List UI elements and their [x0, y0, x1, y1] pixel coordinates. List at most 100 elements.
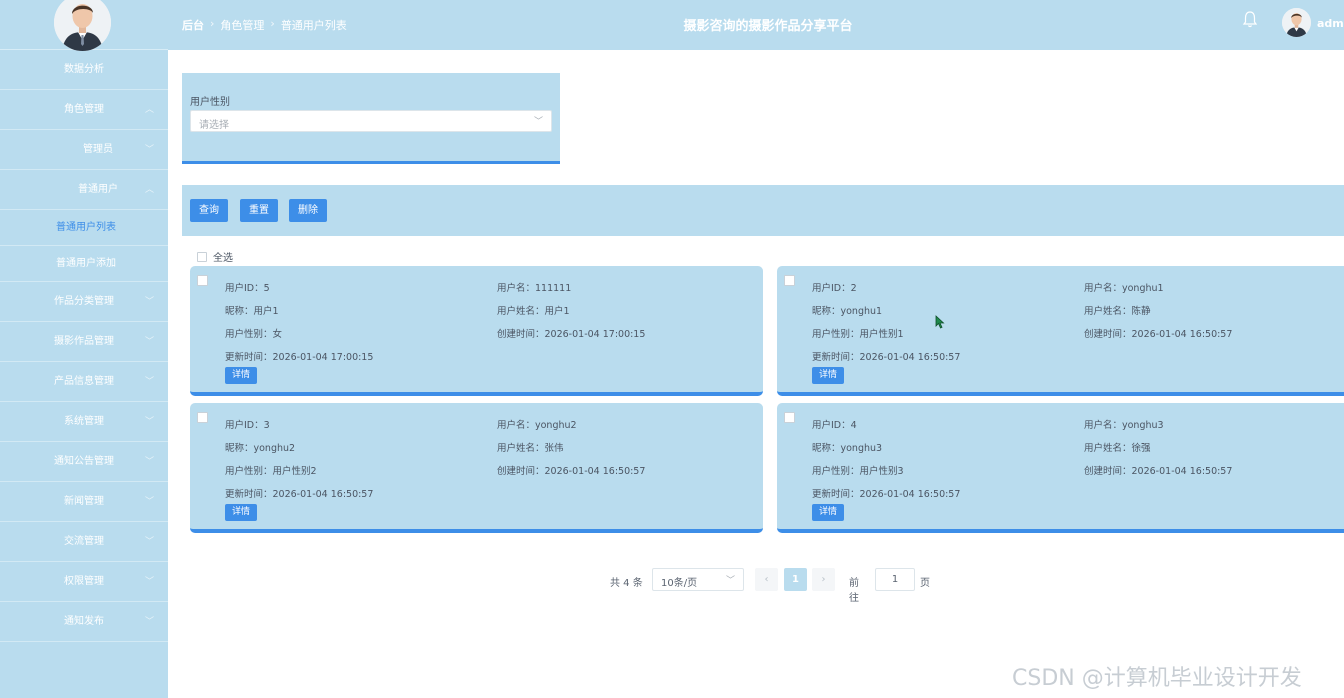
username: 用户名：111111: [497, 283, 572, 294]
mouse-cursor-icon: [935, 315, 945, 332]
card-checkbox[interactable]: [197, 275, 208, 286]
sidebar-item-label: 角色管理: [64, 104, 104, 115]
sidebar-item-system-management[interactable]: 系统管理 ﹀: [0, 402, 168, 442]
sidebar-item-label: 通知公告管理: [54, 456, 114, 467]
updated-time: 更新时间：2026-01-04 16:50:57: [225, 489, 374, 500]
gender-select-placeholder: 请选择: [199, 120, 229, 131]
sidebar-item-label: 权限管理: [64, 576, 104, 587]
sidebar-item-data-analysis[interactable]: 数据分析: [0, 50, 168, 90]
updated-time: 更新时间：2026-01-04 16:50:57: [812, 352, 961, 363]
gender-select[interactable]: 请选择 ﹀: [190, 110, 552, 132]
sidebar-menu: 数据分析 角色管理 ︿ 管理员 ﹀ 普通用户 ︿ 普通用户列表 普通用户添加 作品分类…: [0, 50, 168, 642]
sidebar-avatar[interactable]: [54, 0, 111, 51]
chevron-down-icon: ﹀: [144, 537, 154, 547]
user-card: 用户ID：5 用户名：111111 昵称：用户1 用户姓名：用户1 用户性别：女…: [190, 266, 763, 396]
bell-icon[interactable]: [1242, 10, 1258, 28]
page-size-select[interactable]: 10条/页 ﹀: [652, 568, 744, 591]
sidebar-item-label: 普通用户列表: [56, 222, 116, 233]
chevron-down-icon: ﹀: [533, 117, 543, 127]
card-checkbox[interactable]: [197, 412, 208, 423]
sidebar-item-product-management[interactable]: 产品信息管理 ﹀: [0, 362, 168, 402]
updated-time: 更新时间：2026-01-04 16:50:57: [812, 489, 961, 500]
created-time: 创建时间：2026-01-04 17:00:15: [497, 329, 646, 340]
delete-button[interactable]: 删除: [289, 199, 327, 222]
chevron-down-icon: ﹀: [144, 457, 154, 467]
chevron-down-icon: ﹀: [144, 145, 154, 155]
user-id: 用户ID：4: [812, 420, 857, 431]
select-all[interactable]: 全选: [197, 249, 233, 264]
real-name: 用户姓名：陈静: [1084, 306, 1151, 317]
page-title: 摄影咨询的摄影作品分享平台: [683, 19, 853, 34]
chevron-down-icon: ﹀: [144, 497, 154, 507]
top-header: 后台 › 角色管理 › 普通用户列表 摄影咨询的摄影作品分享平台 admi: [168, 0, 1344, 50]
header-avatar[interactable]: [1282, 8, 1311, 37]
select-all-checkbox[interactable]: [197, 251, 207, 262]
sidebar-item-normal-user[interactable]: 普通用户 ︿: [0, 170, 168, 210]
gender: 用户性别：用户性别2: [225, 466, 317, 477]
sidebar-item-normal-user-add[interactable]: 普通用户添加: [0, 246, 168, 282]
current-page-button[interactable]: 1: [784, 568, 807, 591]
chevron-down-icon: ﹀: [144, 297, 154, 307]
sidebar-item-photo-management[interactable]: 摄影作品管理 ﹀: [0, 322, 168, 362]
username: 用户名：yonghu3: [1084, 420, 1164, 431]
reset-button[interactable]: 重置: [240, 199, 278, 222]
page-suffix-label: 页: [920, 578, 930, 589]
sidebar-item-label: 系统管理: [64, 416, 104, 427]
next-page-button[interactable]: ›: [812, 568, 835, 591]
user-id: 用户ID：3: [225, 420, 270, 431]
select-all-label: 全选: [213, 253, 233, 264]
action-bar: 查询 重置 删除: [182, 185, 1344, 236]
real-name: 用户姓名：张伟: [497, 443, 564, 454]
goto-label: 前往: [849, 578, 859, 604]
sidebar-item-label: 作品分类管理: [54, 296, 114, 307]
chevron-up-icon: ︿: [144, 185, 154, 195]
updated-time: 更新时间：2026-01-04 17:00:15: [225, 352, 374, 363]
user-id: 用户ID：5: [225, 283, 270, 294]
goto-page-input[interactable]: 1: [875, 568, 915, 591]
real-name: 用户姓名：用户1: [497, 306, 570, 317]
sidebar-item-label: 产品信息管理: [54, 376, 114, 387]
nickname: 昵称：yonghu2: [225, 443, 296, 454]
sidebar-item-label: 普通用户添加: [56, 258, 116, 269]
card-checkbox[interactable]: [784, 412, 795, 423]
sidebar-item-category-management[interactable]: 作品分类管理 ﹀: [0, 282, 168, 322]
user-name[interactable]: admi: [1317, 17, 1344, 30]
gender: 用户性别：用户性别3: [812, 466, 904, 477]
detail-button[interactable]: 详情: [225, 367, 258, 384]
sidebar-item-normal-user-list[interactable]: 普通用户列表: [0, 210, 168, 246]
sidebar-item-permission-management[interactable]: 权限管理 ﹀: [0, 562, 168, 602]
chevron-down-icon: ﹀: [725, 576, 735, 586]
sidebar-item-notice-management[interactable]: 通知公告管理 ﹀: [0, 442, 168, 482]
sidebar-item-label: 新闻管理: [64, 496, 104, 507]
sidebar-item-label: 普通用户: [78, 184, 118, 195]
chevron-up-icon: ︿: [144, 105, 154, 115]
prev-page-button[interactable]: ‹: [755, 568, 778, 591]
gender-filter-label: 用户性别: [190, 97, 230, 108]
chevron-down-icon: ﹀: [144, 337, 154, 347]
detail-button[interactable]: 详情: [812, 367, 845, 384]
query-button[interactable]: 查询: [190, 199, 228, 222]
chevron-down-icon: ﹀: [144, 377, 154, 387]
sidebar-item-label: 数据分析: [64, 64, 104, 75]
detail-button[interactable]: 详情: [812, 504, 845, 521]
created-time: 创建时间：2026-01-04 16:50:57: [1084, 329, 1233, 340]
sidebar-item-news-management[interactable]: 新闻管理 ﹀: [0, 482, 168, 522]
detail-button[interactable]: 详情: [225, 504, 258, 521]
sidebar-item-role-management[interactable]: 角色管理 ︿: [0, 90, 168, 130]
search-panel: 用户性别 请选择 ﹀: [182, 73, 560, 164]
chevron-down-icon: ﹀: [144, 617, 154, 627]
sidebar-item-notice-publish[interactable]: 通知发布 ﹀: [0, 602, 168, 642]
created-time: 创建时间：2026-01-04 16:50:57: [497, 466, 646, 477]
card-checkbox[interactable]: [784, 275, 795, 286]
chevron-down-icon: ﹀: [144, 417, 154, 427]
pagination-total: 共 4 条: [610, 578, 643, 589]
sidebar-item-label: 摄影作品管理: [54, 336, 114, 347]
gender: 用户性别：女: [225, 329, 283, 340]
user-card: 用户ID：3 用户名：yonghu2 昵称：yonghu2 用户姓名：张伟 用户…: [190, 403, 763, 533]
sidebar-item-exchange-management[interactable]: 交流管理 ﹀: [0, 522, 168, 562]
username: 用户名：yonghu1: [1084, 283, 1164, 294]
nickname: 昵称：yonghu1: [812, 306, 883, 317]
sidebar-item-admin[interactable]: 管理员 ﹀: [0, 130, 168, 170]
page-size-value: 10条/页: [661, 578, 698, 589]
user-card: 用户ID：4 用户名：yonghu3 昵称：yonghu3 用户姓名：徐强 用户…: [777, 403, 1344, 533]
